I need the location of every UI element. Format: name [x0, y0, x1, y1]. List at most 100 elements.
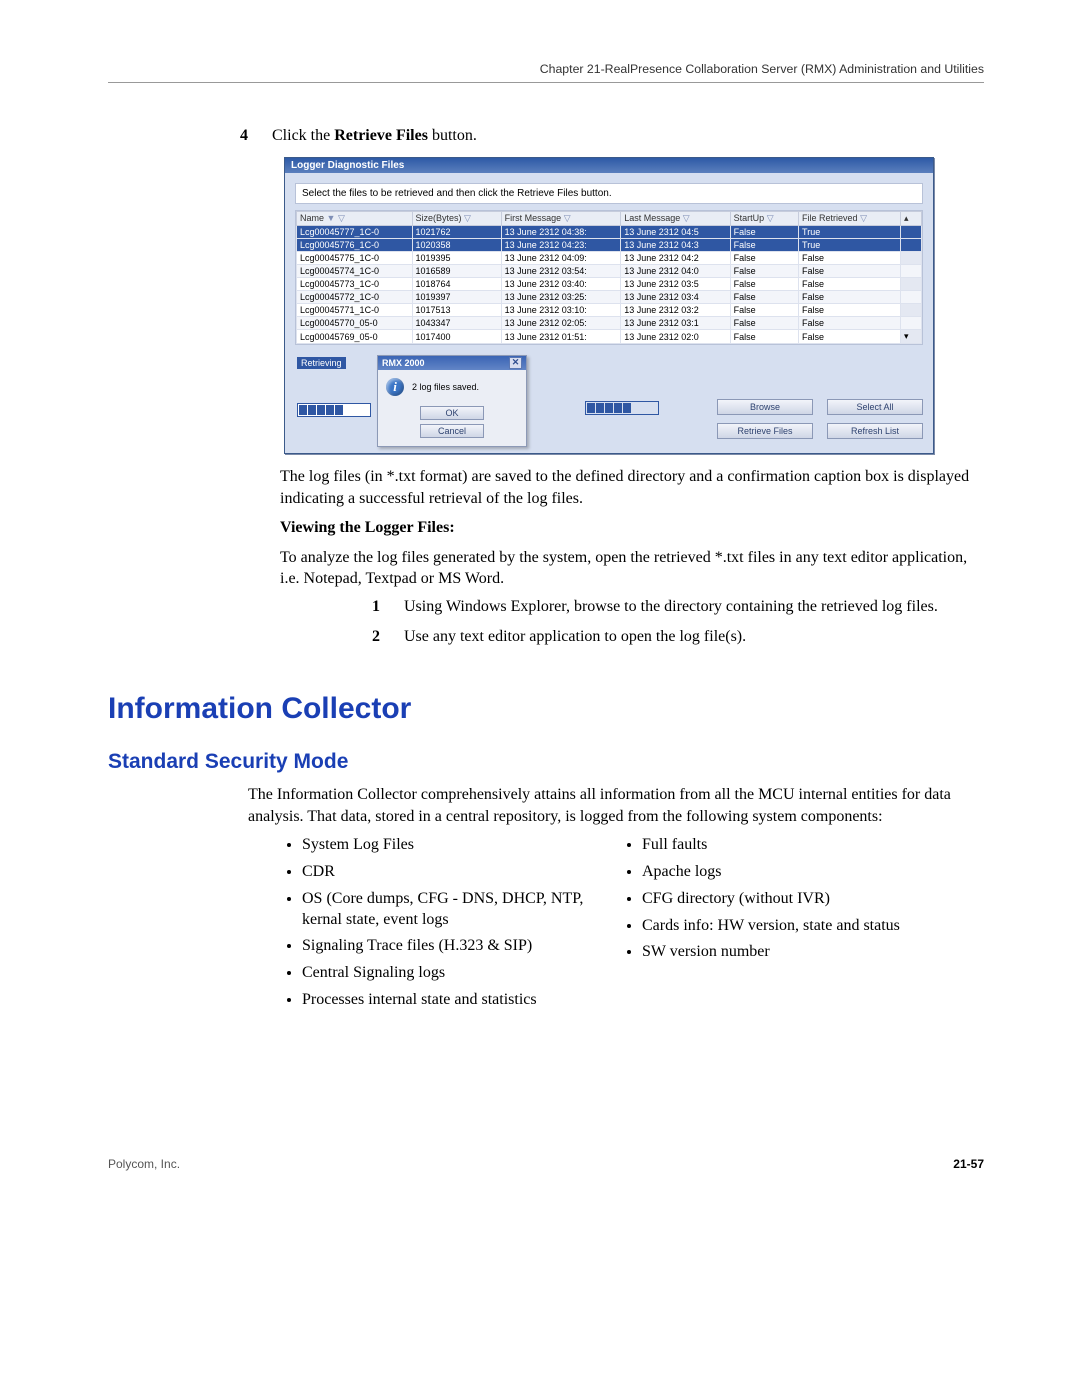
scrollbar-track[interactable] — [901, 278, 922, 291]
cell-first: 13 June 2312 01:51: — [501, 330, 621, 344]
cancel-button[interactable]: Cancel — [420, 424, 484, 438]
step-text: Using Windows Explorer, browse to the di… — [404, 598, 938, 616]
cell-startup: False — [730, 265, 798, 278]
cell-startup: False — [730, 239, 798, 252]
cell-last: 13 June 2312 04:3 — [621, 239, 730, 252]
progress-block: Retrieving RMX 2000 ✕ i 2 log files save… — [297, 357, 557, 417]
scrollbar-track[interactable] — [901, 265, 922, 278]
cell-name: Lcg00045773_1C-0 — [297, 278, 413, 291]
col-retrieved[interactable]: File Retrieved ▽ — [799, 212, 901, 226]
cell-retrieved: True — [799, 226, 901, 239]
cell-first: 13 June 2312 03:40: — [501, 278, 621, 291]
cell-first: 13 June 2312 04:09: — [501, 252, 621, 265]
refresh-list-button[interactable]: Refresh List — [827, 423, 923, 439]
cell-startup: False — [730, 252, 798, 265]
list-item: Central Signaling logs — [302, 963, 602, 984]
list-item: CFG directory (without IVR) — [642, 889, 984, 910]
section-intro: The Information Collector comprehensivel… — [248, 784, 984, 827]
cell-startup: False — [730, 226, 798, 239]
col-last[interactable]: Last Message ▽ — [621, 212, 730, 226]
cell-size: 1019397 — [412, 291, 501, 304]
table-row[interactable]: Lcg00045777_1C-0102176213 June 2312 04:3… — [297, 226, 922, 239]
table-row[interactable]: Lcg00045775_1C-0101939513 June 2312 04:0… — [297, 252, 922, 265]
confirmation-msgbox: RMX 2000 ✕ i 2 log files saved. OK Cance… — [377, 355, 527, 447]
scrollbar-track[interactable] — [901, 317, 922, 330]
step-4-row: 4 Click the Retrieve Files button. — [240, 127, 984, 145]
cell-retrieved: False — [799, 278, 901, 291]
table-row[interactable]: Lcg00045770_05-0104334713 June 2312 02:0… — [297, 317, 922, 330]
cell-retrieved: False — [799, 330, 901, 344]
msgbox-text: 2 log files saved. — [412, 382, 479, 392]
viewing-heading: Viewing the Logger Files: — [280, 517, 984, 539]
list-item: Cards info: HW version, state and status — [642, 916, 984, 937]
col-name[interactable]: Name ▼ ▽ — [297, 212, 413, 226]
cell-first: 13 June 2312 03:54: — [501, 265, 621, 278]
col-first[interactable]: First Message ▽ — [501, 212, 621, 226]
cell-startup: False — [730, 291, 798, 304]
list-item: CDR — [302, 862, 602, 883]
cell-first: 13 June 2312 02:05: — [501, 317, 621, 330]
section-heading: Information Collector — [108, 692, 984, 726]
cell-name: Lcg00045776_1C-0 — [297, 239, 413, 252]
footer-company: Polycom, Inc. — [108, 1157, 180, 1171]
cell-first: 13 June 2312 03:25: — [501, 291, 621, 304]
step4-post: button. — [428, 127, 477, 144]
select-all-button[interactable]: Select All — [827, 399, 923, 415]
step-number: 4 — [240, 127, 272, 145]
scrollbar-track[interactable] — [901, 291, 922, 304]
table-row[interactable]: Lcg00045774_1C-0101658913 June 2312 03:5… — [297, 265, 922, 278]
cell-name: Lcg00045769_05-0 — [297, 330, 413, 344]
list-item: Full faults — [642, 835, 984, 856]
file-table[interactable]: Name ▼ ▽ Size(Bytes) ▽ First Message ▽ L… — [296, 211, 922, 344]
cell-last: 13 June 2312 03:2 — [621, 304, 730, 317]
subsection-heading: Standard Security Mode — [108, 750, 984, 774]
list-step: 2Use any text editor application to open… — [372, 628, 984, 646]
list-item: SW version number — [642, 942, 984, 963]
list-step: 1Using Windows Explorer, browse to the d… — [372, 598, 984, 616]
scrollbar-track[interactable] — [901, 226, 922, 239]
cell-size: 1017513 — [412, 304, 501, 317]
scrollbar-track[interactable] — [901, 239, 922, 252]
table-row[interactable]: Lcg00045772_1C-0101939713 June 2312 03:2… — [297, 291, 922, 304]
cell-startup: False — [730, 278, 798, 291]
step-text: Click the Retrieve Files button. — [272, 127, 477, 145]
scrollbar-track[interactable]: ▾ — [901, 330, 922, 344]
progress-bar-left — [297, 403, 371, 417]
file-grid: Name ▼ ▽ Size(Bytes) ▽ First Message ▽ L… — [295, 210, 923, 345]
logger-dialog: Logger Diagnostic Files Select the files… — [284, 157, 934, 454]
cell-size: 1017400 — [412, 330, 501, 344]
col-size[interactable]: Size(Bytes) ▽ — [412, 212, 501, 226]
col-startup[interactable]: StartUp ▽ — [730, 212, 798, 226]
progress-bar-right-wrap — [585, 357, 659, 415]
close-icon[interactable]: ✕ — [509, 357, 522, 369]
step4-pre: Click the — [272, 127, 334, 144]
list-item: System Log Files — [302, 835, 602, 856]
scroll-up-icon[interactable]: ▴ — [901, 212, 922, 226]
cell-name: Lcg00045770_05-0 — [297, 317, 413, 330]
cell-startup: False — [730, 304, 798, 317]
list-item: Signaling Trace files (H.323 & SIP) — [302, 936, 602, 957]
cell-retrieved: True — [799, 239, 901, 252]
info-icon: i — [386, 378, 404, 396]
table-row[interactable]: Lcg00045773_1C-0101876413 June 2312 03:4… — [297, 278, 922, 291]
browse-button[interactable]: Browse — [717, 399, 813, 415]
scrollbar-track[interactable] — [901, 252, 922, 265]
cell-first: 13 June 2312 04:23: — [501, 239, 621, 252]
dialog-instruction: Select the files to be retrieved and the… — [295, 183, 923, 204]
cell-last: 13 June 2312 04:0 — [621, 265, 730, 278]
table-row[interactable]: Lcg00045771_1C-0101751313 June 2312 03:1… — [297, 304, 922, 317]
cell-startup: False — [730, 317, 798, 330]
cell-size: 1018764 — [412, 278, 501, 291]
retrieve-files-button[interactable]: Retrieve Files — [717, 423, 813, 439]
ok-button[interactable]: OK — [420, 406, 484, 420]
scrollbar-track[interactable] — [901, 304, 922, 317]
cell-first: 13 June 2312 03:10: — [501, 304, 621, 317]
table-row[interactable]: Lcg00045776_1C-0102035813 June 2312 04:2… — [297, 239, 922, 252]
action-buttons: Browse Select All Retrieve Files Refresh… — [715, 397, 921, 441]
cell-retrieved: False — [799, 291, 901, 304]
cell-first: 13 June 2312 04:38: — [501, 226, 621, 239]
retrieving-label: Retrieving — [297, 357, 346, 369]
table-row[interactable]: Lcg00045769_05-0101740013 June 2312 01:5… — [297, 330, 922, 344]
cell-size: 1043347 — [412, 317, 501, 330]
after-screenshot-text: The log files (in *.txt format) are save… — [280, 466, 984, 509]
